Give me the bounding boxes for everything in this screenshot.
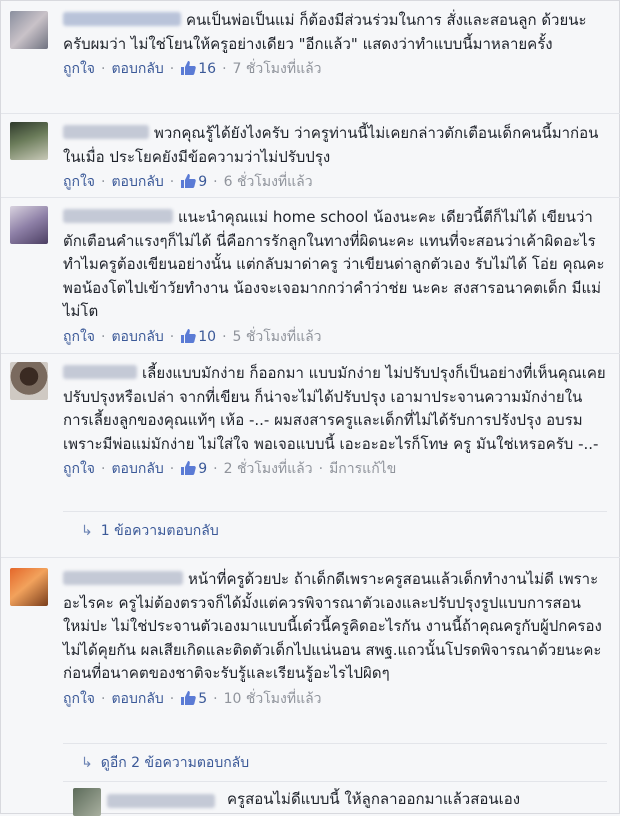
thumbs-up-icon [181, 461, 197, 475]
comment: หน้าที่ครูด้วยปะ ถ้าเด็กดีเพราะครูสอนแล้… [1, 557, 620, 710]
reply-link[interactable]: ตอบกลับ [111, 691, 163, 707]
comment-text: หน้าที่ครูด้วยปะ ถ้าเด็กดีเพราะครูสอนแล้… [63, 570, 602, 682]
commenter-name[interactable] [63, 209, 173, 223]
thumbs-up-icon [181, 690, 197, 705]
commenter-name[interactable] [107, 794, 215, 808]
comment-actions: ถูกใจ · ตอบกลับ · 5 · 10 ชั่วโมงที่แล้ว [63, 690, 322, 707]
comment-text: คนเป็นพ่อเป็นแม่ ก็ต้องมีส่วนร่วมในการ ส… [63, 11, 587, 53]
comment: แนะนำคุณแม่ home school น้องนะคะ เดียวนี… [1, 197, 620, 348]
comments-panel: คนเป็นพ่อเป็นแม่ ก็ต้องมีส่วนร่วมในการ ส… [0, 0, 620, 816]
comment: เลี้ยงแบบมักง่าย ก็ออกมา แบบมักง่าย ไม่ป… [1, 353, 620, 480]
replies-count-label[interactable]: ดูอีก 2 ข้อความตอบกลับ [101, 755, 249, 771]
reply-arrow-icon: ↳ [81, 523, 93, 539]
thumbs-up-icon [181, 174, 197, 188]
avatar[interactable] [73, 788, 101, 816]
avatar[interactable] [10, 206, 48, 244]
comment-actions: ถูกใจ · ตอบกลับ · 9 · 2 ชั่วโมงที่แล้ว · มีการแก… [63, 461, 397, 477]
like-count[interactable]: 5 [198, 691, 207, 707]
comment-actions: ถูกใจ · ตอบกลับ · 16 · 7 ชั่วโมงที่แล้ว [63, 61, 322, 77]
comment-text: แนะนำคุณแม่ home school น้องนะคะ เดียวนี… [63, 208, 605, 320]
like-count[interactable]: 16 [198, 61, 216, 77]
like-count[interactable]: 9 [198, 174, 207, 190]
avatar[interactable] [10, 122, 48, 160]
like-link[interactable]: ถูกใจ [63, 461, 95, 477]
timestamp[interactable]: 5 ชั่วโมงที่แล้ว [233, 329, 322, 345]
thumbs-up-icon [181, 61, 197, 75]
timestamp[interactable]: 7 ชั่วโมงที่แล้ว [233, 61, 322, 77]
thumbs-up-icon [181, 328, 197, 343]
reply-link[interactable]: ตอบกลับ [111, 174, 163, 190]
view-replies-link[interactable]: ↳ 1 ข้อความตอบกลับ [63, 511, 607, 549]
avatar[interactable] [10, 568, 48, 606]
commenter-name[interactable] [63, 12, 181, 26]
comment-actions: ถูกใจ · ตอบกลับ · 10 · 5 ชั่วโมงที่แล้ว [63, 328, 322, 345]
view-more-replies-link[interactable]: ↳ ดูอีก 2 ข้อความตอบกลับ [63, 743, 607, 781]
comment: พวกคุณรู้ได้ยังไงครับ ว่าครูท่านนี้ไม่เค… [1, 113, 620, 193]
reply-link[interactable]: ตอบกลับ [111, 461, 163, 477]
commenter-name[interactable] [63, 125, 149, 139]
avatar[interactable] [10, 11, 48, 49]
like-count[interactable]: 9 [198, 461, 207, 477]
like-link[interactable]: ถูกใจ [63, 61, 95, 77]
edited-label[interactable]: มีการแก้ไข [329, 461, 396, 477]
like-link[interactable]: ถูกใจ [63, 329, 95, 345]
comment-actions: ถูกใจ · ตอบกลับ · 9 · 6 ชั่วโมงที่แล้ว [63, 174, 313, 190]
nested-reply: ครูสอนไม่ดีแบบนี้ ให้ลูกลาออกมาแล้วสอนเอ… [63, 781, 607, 816]
reply-text: ครูสอนไม่ดีแบบนี้ ให้ลูกลาออกมาแล้วสอนเอ… [227, 790, 521, 808]
reply-arrow-icon: ↳ [81, 755, 93, 771]
timestamp[interactable]: 2 ชั่วโมงที่แล้ว [224, 461, 313, 477]
comment-text: พวกคุณรู้ได้ยังไงครับ ว่าครูท่านนี้ไม่เค… [63, 124, 599, 166]
avatar[interactable] [10, 362, 48, 400]
like-count[interactable]: 10 [198, 329, 216, 345]
comment-text: เลี้ยงแบบมักง่าย ก็ออกมา แบบมักง่าย ไม่ป… [63, 364, 606, 453]
commenter-name[interactable] [63, 365, 137, 379]
reply-link[interactable]: ตอบกลับ [111, 61, 163, 77]
commenter-name[interactable] [63, 571, 183, 585]
like-link[interactable]: ถูกใจ [63, 691, 95, 707]
reply-link[interactable]: ตอบกลับ [111, 329, 163, 345]
like-link[interactable]: ถูกใจ [63, 174, 95, 190]
comment: คนเป็นพ่อเป็นแม่ ก็ต้องมีส่วนร่วมในการ ส… [1, 9, 620, 80]
timestamp[interactable]: 10 ชั่วโมงที่แล้ว [224, 691, 322, 707]
timestamp[interactable]: 6 ชั่วโมงที่แล้ว [224, 174, 313, 190]
replies-count-label[interactable]: 1 ข้อความตอบกลับ [101, 523, 219, 539]
